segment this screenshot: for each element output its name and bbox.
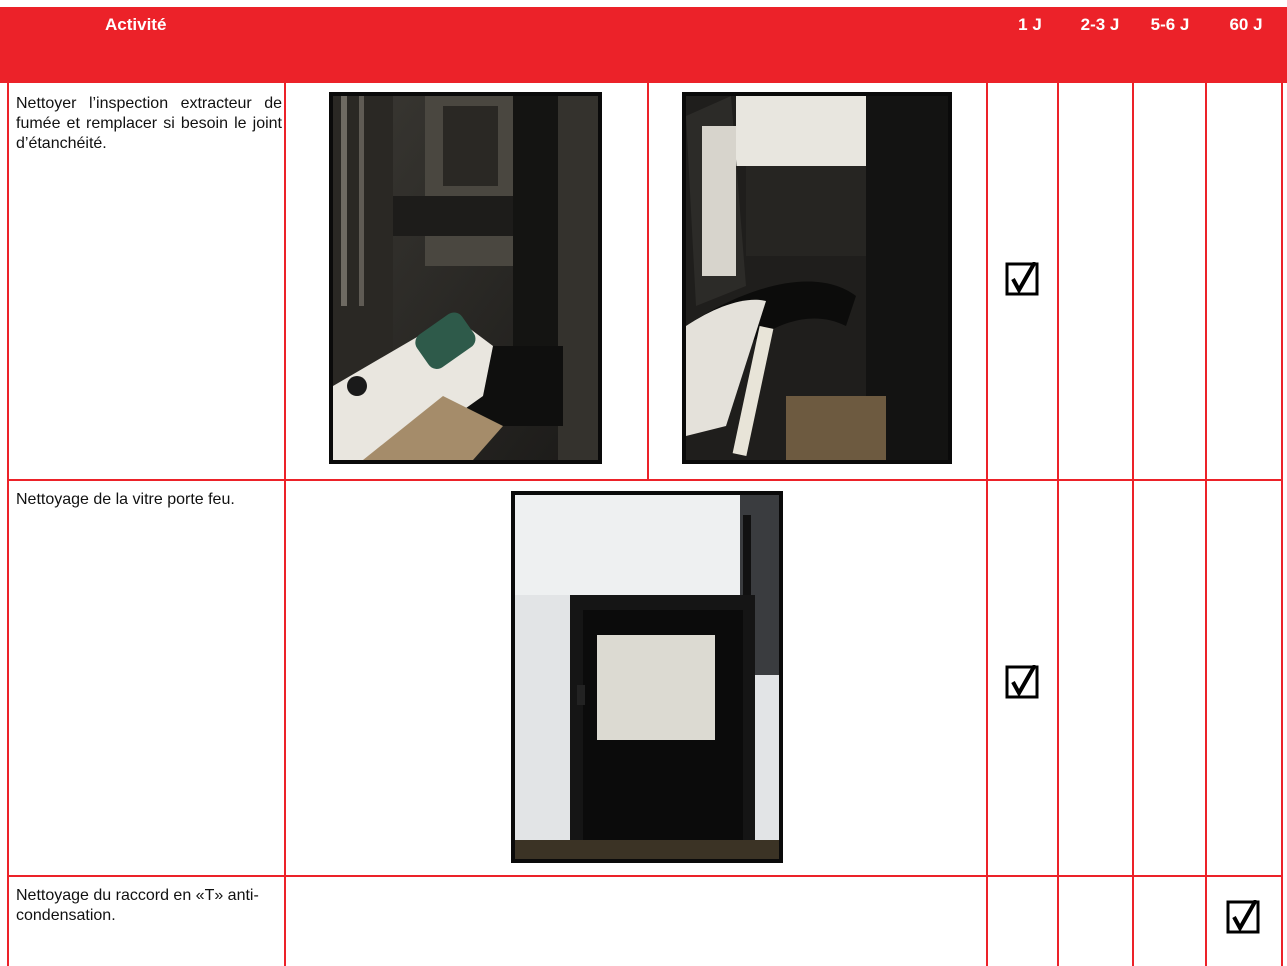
- grid-line: [1057, 83, 1059, 966]
- header-col-2-3j: 2-3 J: [1080, 15, 1120, 34]
- checked-box-icon: [1226, 900, 1260, 934]
- grid-line: [1132, 83, 1134, 966]
- grid-line: [284, 83, 286, 966]
- checked-box-icon: [1005, 665, 1039, 699]
- checked-box-icon: [1005, 262, 1039, 296]
- row-3-activity-text: Nettoyage du raccord en «T» anti-condens…: [16, 887, 259, 924]
- extractor-seal-photo: [682, 92, 952, 464]
- smoke-extractor-inspection-photo: [329, 92, 602, 464]
- grid-line: [647, 83, 649, 480]
- grid-line: [1281, 83, 1283, 966]
- grid-line: [7, 83, 9, 966]
- header-col-1j: 1 J: [1018, 15, 1042, 34]
- fire-door-glass-photo: [511, 491, 783, 863]
- grid-line: [1205, 83, 1207, 966]
- header-activity: Activité: [105, 15, 167, 34]
- row-1-activity-text: Nettoyer l’inspection extracteur de fumé…: [16, 95, 282, 152]
- grid-line: [986, 83, 988, 966]
- grid-line: [7, 479, 1283, 481]
- header-col-5-6j: 5-6 J: [1150, 15, 1190, 34]
- row-2-activity-text: Nettoyage de la vitre porte feu.: [16, 491, 235, 508]
- grid-line: [7, 875, 1283, 877]
- maintenance-table: Activité 1 J 2-3 J 5-6 J 60 J Nettoyer l…: [0, 0, 1287, 966]
- header-col-60j: 60 J: [1229, 15, 1263, 34]
